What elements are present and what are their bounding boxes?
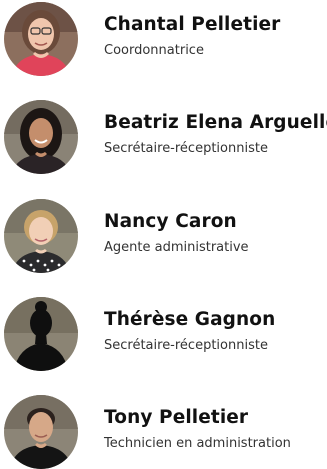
- staff-name: Tony Pelletier: [104, 407, 249, 428]
- staff-name: Thérèse Gagnon: [104, 309, 276, 330]
- staff-name: Chantal Pelletier: [104, 14, 281, 35]
- staff-role: Secrétaire-réceptionniste: [104, 141, 268, 156]
- staff-member: Beatriz Elena Arguello Secrétaire-récept…: [4, 100, 327, 174]
- staff-name: Beatriz Elena Arguello: [104, 112, 327, 133]
- staff-role: Coordonnatrice: [104, 43, 204, 58]
- staff-role: Agente administrative: [104, 240, 249, 255]
- silhouette-placeholder-icon: [4, 297, 78, 371]
- man-photo-icon: [4, 395, 78, 469]
- staff-list: Chantal Pelletier Coordonnatrice Beatriz…: [0, 0, 327, 469]
- woman-photo-icon: [4, 100, 78, 174]
- staff-member: Chantal Pelletier Coordonnatrice: [4, 2, 327, 76]
- woman-photo-icon: [4, 199, 78, 273]
- staff-member: Thérèse Gagnon Secrétaire-réceptionniste: [4, 297, 327, 371]
- woman-photo-icon: [4, 2, 78, 76]
- staff-role: Technicien en administration: [104, 436, 291, 451]
- staff-name: Nancy Caron: [104, 211, 237, 232]
- staff-member: Nancy Caron Agente administrative: [4, 199, 327, 273]
- staff-role: Secrétaire-réceptionniste: [104, 338, 268, 353]
- staff-member: Tony Pelletier Technicien en administrat…: [4, 395, 327, 469]
